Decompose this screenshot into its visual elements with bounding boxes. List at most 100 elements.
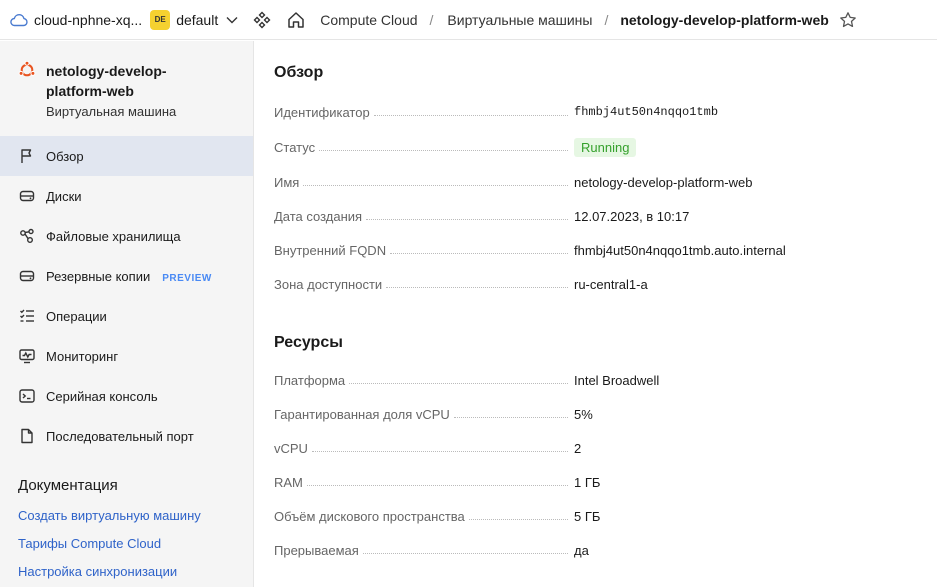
resources-title: Ресурсы: [274, 334, 343, 351]
row-value: Intel Broadwell: [574, 373, 660, 388]
star-icon[interactable]: [839, 11, 857, 29]
leader-dots: [386, 287, 568, 288]
leader-dots: [311, 451, 568, 452]
row-key: Гарантированная доля vCPU: [274, 407, 450, 422]
nav-label: Мониторинг: [46, 348, 119, 364]
breadcrumb-current: netology-develop-platform-web: [620, 11, 829, 28]
row-value: 12.07.2023, в 10:17: [574, 209, 690, 224]
row-key: Статус: [274, 140, 316, 155]
row-value: 5%: [574, 407, 593, 422]
row-value: fhmbj4ut50n4nqqo1tmb: [574, 105, 719, 119]
disk-icon: [19, 190, 35, 202]
cloud-icon: [10, 13, 28, 26]
nav-label: Серийная консоль: [46, 388, 158, 404]
row-key: Платформа: [274, 373, 346, 388]
cloud-selector[interactable]: cloud-nphne-xq...: [10, 12, 142, 28]
nav-backups[interactable]: Резервные копии PREVIEW: [0, 256, 253, 296]
row-key: Внутренний FQDN: [274, 243, 387, 258]
row-value: 1 ГБ: [574, 475, 601, 490]
row-disk: Объём дискового пространства 5 ГБ: [274, 509, 874, 529]
row-key: Объём дискового пространства: [274, 509, 465, 524]
row-id: Идентификатор fhmbj4ut50n4nqqo1tmb: [274, 105, 874, 125]
nav-label-text: Резервные копии: [46, 268, 151, 284]
docs-title: Документация: [18, 477, 118, 494]
nav-label: Диски: [46, 188, 82, 204]
leader-dots: [366, 219, 568, 220]
doc-link-pricing[interactable]: Тарифы Compute Cloud: [18, 536, 161, 551]
document-icon: [21, 428, 33, 444]
vm-header: netology-develop-platform-web Виртуальна…: [0, 41, 253, 136]
nav-serial-port[interactable]: Последовательный порт: [0, 416, 253, 456]
row-value: ru-central1-a: [574, 277, 648, 292]
nav-monitoring[interactable]: Мониторинг: [0, 336, 253, 376]
row-value: fhmbj4ut50n4nqqo1tmb.auto.internal: [574, 243, 786, 258]
status-badge: Running: [574, 138, 637, 157]
row-preemptible: Прерываемая да: [274, 543, 874, 563]
nav-label: Обзор: [46, 148, 84, 164]
nav-label: Операции: [46, 308, 107, 324]
nav-label: Последовательный порт: [46, 428, 194, 444]
row-key: Имя: [274, 175, 300, 190]
row-key: Прерываемая: [274, 543, 359, 558]
vm-type: Виртуальная машина: [46, 104, 177, 119]
nav-label: Резервные копии PREVIEW: [46, 269, 212, 284]
row-fqdn: Внутренний FQDN fhmbj4ut50n4nqqo1tmb.aut…: [274, 243, 874, 263]
doc-link-sync[interactable]: Настройка синхронизации: [18, 564, 177, 579]
row-key: Дата создания: [274, 209, 363, 224]
flag-icon: [21, 149, 32, 163]
leader-dots: [349, 383, 568, 384]
row-created: Дата создания 12.07.2023, в 10:17: [274, 209, 874, 229]
backup-icon: [19, 270, 35, 282]
row-key: Зона доступности: [274, 277, 383, 292]
folder-selector[interactable]: DE default: [150, 9, 238, 30]
row-vcpu: vCPU 2: [274, 441, 874, 461]
share-icon: [20, 228, 34, 243]
row-value: 2: [574, 441, 582, 456]
breadcrumb-separator: /: [604, 11, 609, 28]
row-platform: Платформа Intel Broadwell: [274, 373, 874, 393]
row-value: да: [574, 543, 589, 558]
breadcrumb-separator: /: [429, 11, 434, 28]
nav-operations[interactable]: Операции: [0, 296, 253, 336]
leader-dots: [303, 185, 568, 186]
console-icon: [19, 389, 35, 403]
nav-file-storage[interactable]: Файловые хранилища: [0, 216, 253, 256]
leader-dots: [319, 150, 568, 151]
row-ram: RAM 1 ГБ: [274, 475, 874, 495]
folder-name: default: [176, 11, 219, 28]
leader-dots: [373, 115, 568, 116]
services-icon[interactable]: [252, 10, 272, 30]
leader-dots: [453, 417, 568, 418]
row-name: Имя netology-develop-platform-web: [274, 175, 874, 195]
overview-title: Обзор: [274, 64, 324, 81]
leader-dots: [390, 253, 568, 254]
chevron-down-icon: [226, 16, 238, 23]
monitor-icon: [19, 349, 35, 364]
vm-name: netology-develop-platform-web: [46, 63, 167, 99]
nav-overview[interactable]: Обзор: [0, 136, 253, 176]
row-vcpu-share: Гарантированная доля vCPU 5%: [274, 407, 874, 427]
list-check-icon: [20, 309, 34, 322]
breadcrumb-vms[interactable]: Виртуальные машины: [447, 12, 592, 28]
row-key: RAM: [274, 475, 303, 490]
home-icon[interactable]: [286, 10, 306, 30]
preview-badge: PREVIEW: [162, 272, 212, 284]
leader-dots: [362, 553, 568, 554]
nav-disks[interactable]: Диски: [0, 176, 253, 216]
row-value: 5 ГБ: [574, 509, 601, 524]
row-zone: Зона доступности ru-central1-a: [274, 277, 874, 297]
doc-link-create-vm[interactable]: Создать виртуальную машину: [18, 508, 201, 523]
nav-serial-console[interactable]: Серийная консоль: [0, 376, 253, 416]
breadcrumb-compute-cloud[interactable]: Compute Cloud: [320, 12, 417, 28]
nav-label: Файловые хранилища: [46, 228, 181, 244]
row-key: Идентификатор: [274, 105, 370, 120]
top-bar: cloud-nphne-xq... DE default Compute Clo…: [0, 0, 937, 40]
row-key: vCPU: [274, 441, 308, 456]
leader-dots: [468, 519, 568, 520]
leader-dots: [306, 485, 568, 486]
folder-badge: DE: [150, 9, 171, 30]
row-value: netology-develop-platform-web: [574, 175, 753, 190]
row-status: Статус Running: [274, 138, 874, 160]
sidebar: netology-develop-platform-web Виртуальна…: [0, 41, 254, 587]
cloud-name: cloud-nphne-xq...: [34, 11, 143, 28]
